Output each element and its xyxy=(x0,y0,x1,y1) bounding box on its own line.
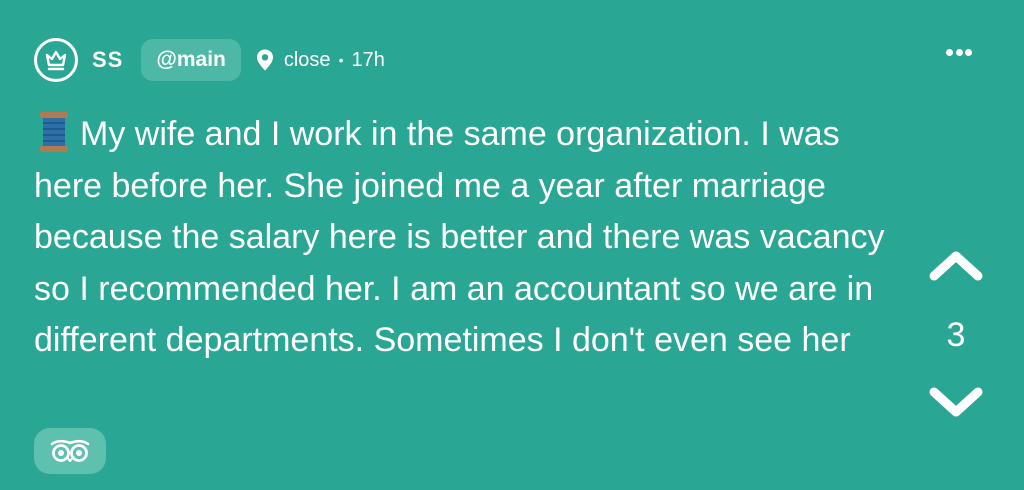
owl-eyes-icon xyxy=(50,439,90,463)
channel-label: @main xyxy=(156,48,226,71)
spool-of-thread-icon xyxy=(40,112,68,152)
downvote-button[interactable] xyxy=(921,384,991,422)
owl-eyes-badge[interactable] xyxy=(34,428,106,474)
more-dot xyxy=(955,49,963,56)
chevron-down-icon xyxy=(929,387,983,417)
more-dot xyxy=(965,49,972,56)
location-label: close xyxy=(283,48,331,71)
crown-icon xyxy=(45,50,67,71)
avatar[interactable] xyxy=(34,38,78,82)
post-body: My wife and I work in the same organizat… xyxy=(34,109,894,367)
post-card[interactable]: SS @main close • 17h My wife and I work … xyxy=(0,0,1024,490)
vote-count: 3 xyxy=(946,316,966,354)
chevron-up-icon xyxy=(929,251,983,281)
more-options-icon[interactable] xyxy=(946,49,972,57)
more-dot xyxy=(946,49,953,56)
author-name[interactable]: SS xyxy=(92,47,123,73)
post-time: 17h xyxy=(351,48,385,71)
meta-separator: • xyxy=(338,52,344,68)
post-meta: close • 17h xyxy=(255,48,385,72)
post-text: My wife and I work in the same organizat… xyxy=(34,115,885,359)
upvote-button[interactable] xyxy=(921,246,991,284)
location-pin-icon xyxy=(256,49,273,71)
post-header: SS @main close • 17h xyxy=(34,36,385,84)
channel-badge[interactable]: @main xyxy=(141,39,241,81)
